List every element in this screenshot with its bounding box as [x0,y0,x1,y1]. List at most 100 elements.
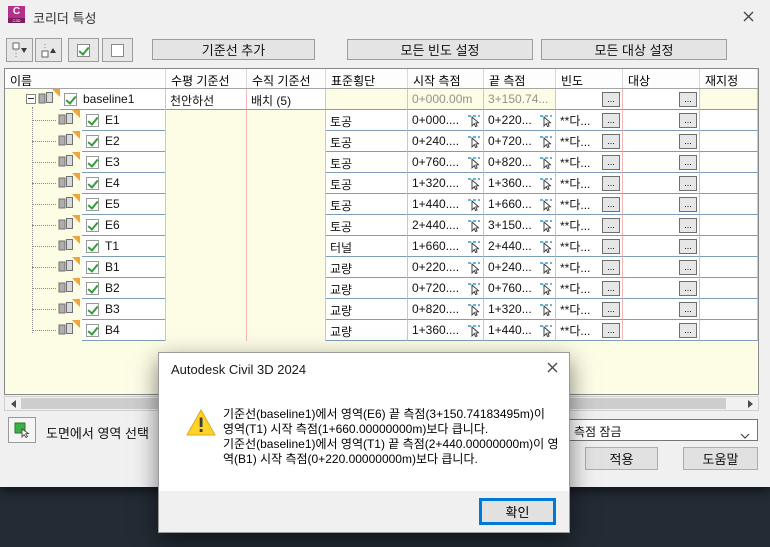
ellipsis-button[interactable]: ... [679,322,697,338]
target-cell[interactable]: ... [623,131,700,152]
region-checkbox[interactable] [86,113,99,127]
station-pick-icon[interactable] [467,261,481,274]
help-button[interactable]: 도움말 [683,447,758,470]
ellipsis-button[interactable]: ... [679,217,697,233]
scroll-left-icon[interactable] [6,397,20,410]
start-station-cell[interactable]: 1+360.... [408,320,484,341]
end-station-cell[interactable]: 0+240... [484,257,556,278]
ellipsis-button[interactable]: ... [679,112,697,128]
baseline-name-cell[interactable]: baseline1 [5,89,166,110]
region-name-cell[interactable]: E4 [5,173,166,194]
warning-close-icon[interactable] [535,353,569,381]
region-checkbox[interactable] [86,176,99,190]
ellipsis-button[interactable]: ... [602,196,620,212]
collapse-all-button[interactable] [6,38,33,62]
frequency-cell[interactable]: **다...... [556,278,623,299]
region-checkbox[interactable] [86,260,99,274]
frequency-cell[interactable]: **다...... [556,320,623,341]
assembly-cell[interactable]: 터널 [326,236,408,257]
station-pick-icon[interactable] [467,240,481,253]
set-all-frequencies-button[interactable]: 모든 빈도 설정 [347,39,533,60]
ellipsis-button[interactable]: ... [602,280,620,296]
tree-collapse-icon[interactable] [26,94,36,104]
station-pick-icon[interactable] [539,135,553,148]
station-pick-icon[interactable] [539,303,553,316]
assembly-cell[interactable]: 토공 [326,215,408,236]
station-pick-icon[interactable] [539,324,553,337]
ellipsis-button[interactable]: ... [602,175,620,191]
ellipsis-button[interactable]: ... [679,301,697,317]
start-station-cell[interactable]: 1+320.... [408,173,484,194]
station-pick-icon[interactable] [539,261,553,274]
ellipsis-button[interactable]: ... [602,259,620,275]
region-name-cell[interactable]: E1 [5,110,166,131]
station-pick-icon[interactable] [467,219,481,232]
station-pick-icon[interactable] [467,135,481,148]
region-checkbox[interactable] [86,239,99,253]
frequency-cell[interactable]: **다...... [556,215,623,236]
start-station-cell[interactable]: 0+820.... [408,299,484,320]
region-lock-dropdown[interactable]: 측점 잠금 [567,419,758,441]
select-region-in-drawing-button[interactable] [8,417,36,443]
target-cell[interactable]: ... [623,152,700,173]
ellipsis-button[interactable]: ... [602,322,620,338]
ellipsis-button[interactable]: ... [679,175,697,191]
region-checkbox[interactable] [86,155,99,169]
horizontal-baseline-cell[interactable]: 천안하선 [166,89,247,110]
start-station-cell[interactable]: 0+720.... [408,278,484,299]
region-name-cell[interactable]: B3 [5,299,166,320]
start-station-cell[interactable]: 1+660.... [408,236,484,257]
ellipsis-button[interactable]: ... [679,133,697,149]
target-cell[interactable]: ... [623,215,700,236]
target-cell[interactable]: ... [623,194,700,215]
frequency-cell[interactable]: **다...... [556,131,623,152]
assembly-cell[interactable]: 교량 [326,278,408,299]
assembly-cell[interactable]: 토공 [326,110,408,131]
target-cell[interactable]: ... [623,320,700,341]
frequency-cell[interactable]: **다...... [556,173,623,194]
end-station-cell[interactable]: 0+820... [484,152,556,173]
ellipsis-button[interactable]: ... [602,133,620,149]
frequency-cell[interactable]: **다...... [556,194,623,215]
region-name-cell[interactable]: B4 [5,320,166,341]
assembly-cell[interactable]: 교량 [326,257,408,278]
station-pick-icon[interactable] [467,177,481,190]
region-name-cell[interactable]: E2 [5,131,166,152]
end-station-cell[interactable]: 1+660... [484,194,556,215]
assembly-cell[interactable]: 교량 [326,299,408,320]
ellipsis-button[interactable]: ... [602,154,620,170]
target-cell[interactable]: ... [623,89,700,110]
station-pick-icon[interactable] [539,219,553,232]
station-pick-icon[interactable] [467,282,481,295]
end-station-cell[interactable]: 0+720... [484,131,556,152]
target-cell[interactable]: ... [623,278,700,299]
frequency-cell[interactable]: ... [556,89,623,110]
end-station-cell[interactable]: 1+320... [484,299,556,320]
station-pick-icon[interactable] [467,303,481,316]
end-station-cell[interactable]: 1+440... [484,320,556,341]
region-name-cell[interactable]: B1 [5,257,166,278]
region-checkbox[interactable] [86,218,99,232]
assembly-cell[interactable]: 토공 [326,194,408,215]
frequency-cell[interactable]: **다...... [556,152,623,173]
station-pick-icon[interactable] [539,198,553,211]
uncheck-all-button[interactable] [102,38,133,62]
ellipsis-button[interactable]: ... [602,217,620,233]
end-station-cell[interactable]: 0+220... [484,110,556,131]
assembly-cell[interactable]: 교량 [326,320,408,341]
frequency-cell[interactable]: **다...... [556,257,623,278]
frequency-cell[interactable]: **다...... [556,110,623,131]
station-pick-icon[interactable] [467,114,481,127]
station-pick-icon[interactable] [539,177,553,190]
assembly-cell[interactable]: 토공 [326,173,408,194]
frequency-cell[interactable]: **다...... [556,236,623,257]
ellipsis-button[interactable]: ... [602,91,620,107]
target-cell[interactable]: ... [623,173,700,194]
station-pick-icon[interactable] [539,156,553,169]
region-checkbox[interactable] [86,134,99,148]
station-pick-icon[interactable] [539,240,553,253]
ellipsis-button[interactable]: ... [602,238,620,254]
region-name-cell[interactable]: E3 [5,152,166,173]
region-checkbox[interactable] [86,302,99,316]
start-station-cell[interactable]: 0+000.... [408,110,484,131]
